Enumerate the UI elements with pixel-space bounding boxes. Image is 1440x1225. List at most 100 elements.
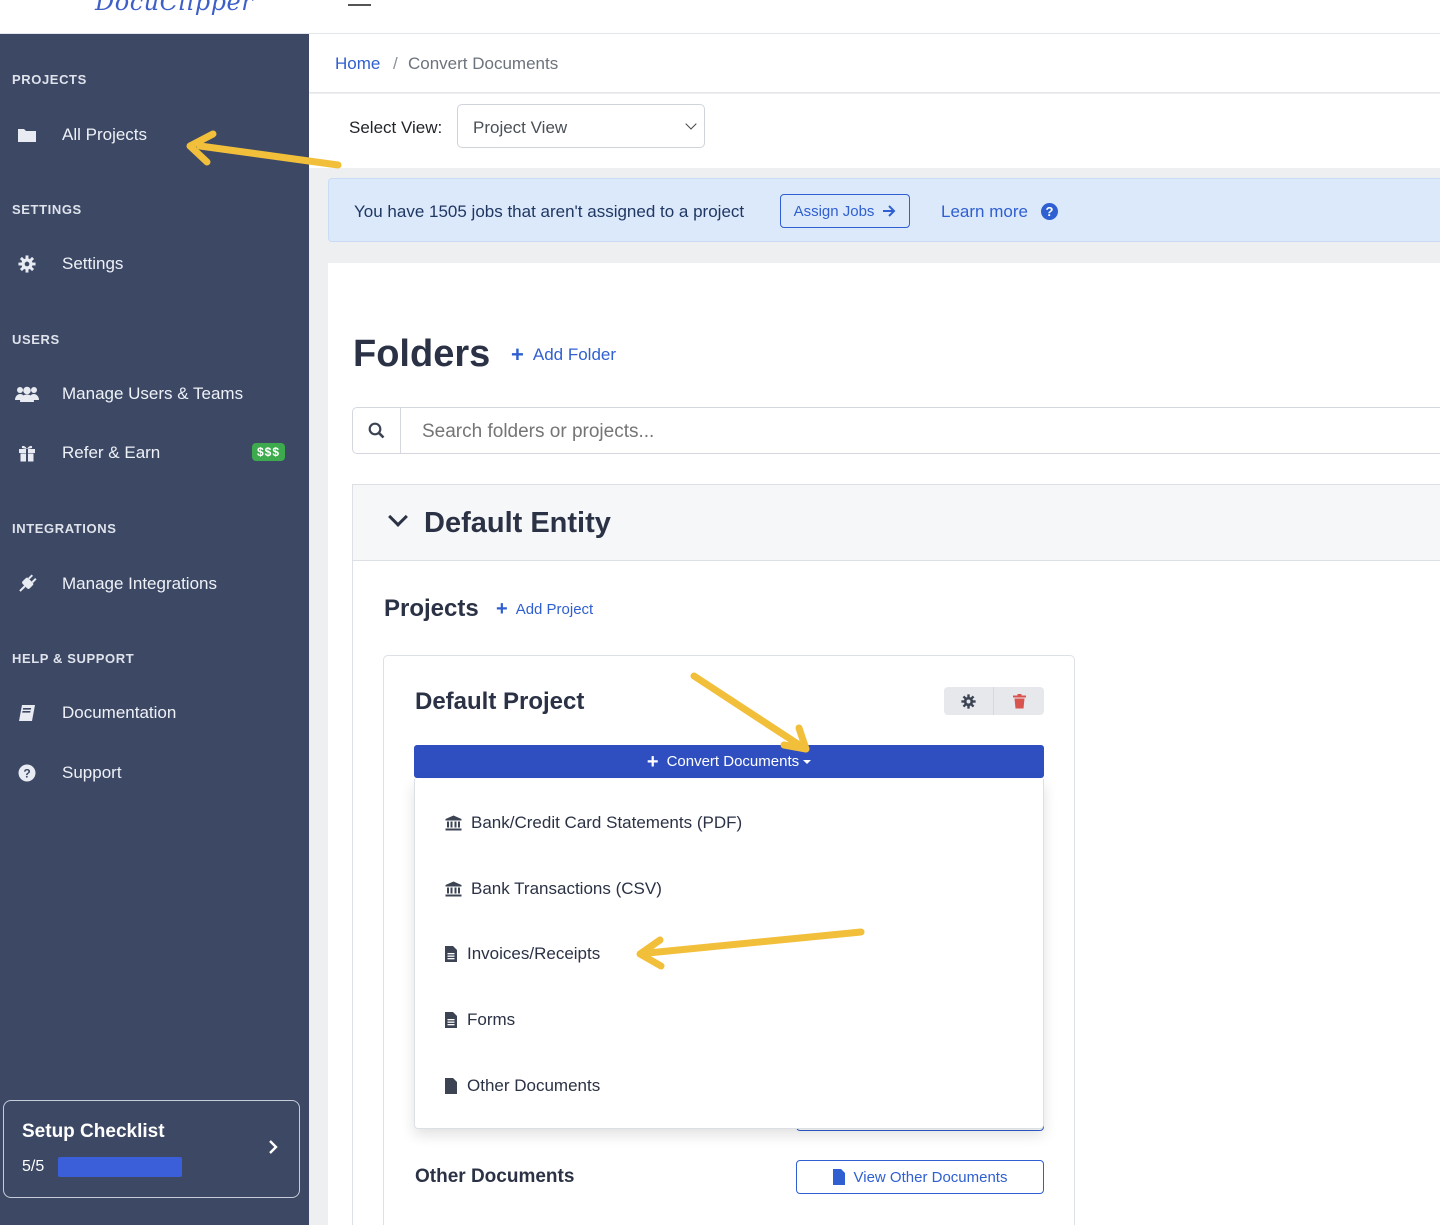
plug-icon	[14, 573, 40, 595]
convert-documents-label: Convert Documents	[666, 753, 800, 770]
menu-toggle-icon[interactable]	[348, 4, 371, 6]
sidebar-item-label: Documentation	[62, 703, 177, 722]
view-select[interactable]: Project View	[457, 104, 705, 148]
view-other-documents-label: View Other Documents	[853, 1168, 1008, 1186]
arrow-right-icon	[883, 205, 896, 217]
checklist-progress-fill	[58, 1157, 182, 1177]
sidebar-item-all-projects[interactable]: All Projects	[0, 115, 309, 155]
gear-icon	[14, 253, 40, 275]
breadcrumb: Home / Convert Documents	[309, 34, 1440, 93]
sidebar-heading-projects: PROJECTS	[12, 72, 87, 87]
view-other-documents-button[interactable]: View Other Documents	[796, 1160, 1044, 1194]
menu-item-forms[interactable]: Forms	[445, 1005, 515, 1035]
convert-documents-button[interactable]: + Convert Documents	[414, 745, 1044, 778]
file-icon	[445, 1078, 459, 1094]
menu-item-bank-statements-pdf[interactable]: Bank/Credit Card Statements (PDF)	[445, 808, 742, 838]
gear-icon	[961, 693, 976, 709]
breadcrumb-current: Convert Documents	[408, 54, 559, 73]
sidebar: PROJECTS All Projects SETTINGS Settings …	[0, 34, 309, 1225]
checklist-count: 5/5	[22, 1158, 45, 1175]
bank-icon	[445, 815, 463, 831]
assign-jobs-button[interactable]: Assign Jobs	[780, 194, 910, 228]
menu-item-label: Other Documents	[467, 1076, 601, 1095]
caret-down-icon	[803, 759, 812, 764]
sidebar-item-label: Manage Users & Teams	[62, 384, 244, 403]
menu-item-label: Invoices/Receipts	[467, 944, 601, 963]
file-text-icon	[445, 946, 459, 962]
sidebar-item-label: All Projects	[62, 125, 148, 144]
question-circle-icon[interactable]: ?	[1041, 203, 1058, 220]
sidebar-item-label: Support	[62, 763, 122, 782]
entity-header[interactable]: Default Entity	[353, 485, 1440, 561]
assign-jobs-label: Assign Jobs	[793, 202, 875, 220]
main-content: Home / Convert Documents Select View: Pr…	[309, 34, 1440, 1225]
convert-documents-menu: Bank/Credit Card Statements (PDF) Bank T…	[414, 779, 1044, 1129]
plus-icon: +	[496, 598, 508, 620]
projects-title: Projects	[384, 595, 479, 622]
sidebar-item-label: Manage Integrations	[62, 574, 217, 593]
svg-text:?: ?	[23, 767, 30, 781]
project-actions	[944, 687, 1045, 715]
sidebar-item-refer-earn[interactable]: Refer & Earn $$$	[0, 433, 309, 473]
add-project-button[interactable]: + Add Project	[496, 599, 593, 619]
menu-item-label: Bank/Credit Card Statements (PDF)	[471, 813, 743, 832]
sidebar-heading-help: HELP & SUPPORT	[12, 651, 135, 666]
setup-checklist[interactable]: Setup Checklist 5/5	[3, 1100, 300, 1198]
folder-icon	[14, 124, 40, 146]
sidebar-item-documentation[interactable]: Documentation	[0, 693, 309, 733]
sidebar-item-settings[interactable]: Settings	[0, 244, 309, 284]
book-icon	[14, 702, 40, 724]
folders-title: Folders	[353, 333, 491, 375]
menu-item-label: Forms	[467, 1010, 516, 1029]
file-icon	[832, 1169, 845, 1185]
top-bar: DocuClipper	[0, 0, 1440, 34]
add-folder-button[interactable]: + Add Folder	[511, 344, 616, 366]
project-title: Default Project	[415, 688, 585, 715]
sidebar-item-manage-integrations[interactable]: Manage Integrations	[0, 564, 309, 604]
sidebar-heading-integrations: INTEGRATIONS	[12, 521, 117, 536]
folders-panel: Folders + Add Folder Default Entity Proj…	[328, 263, 1440, 1225]
unassigned-jobs-alert: You have 1505 jobs that aren't assigned …	[328, 178, 1440, 242]
sidebar-item-manage-users[interactable]: Manage Users & Teams	[0, 374, 309, 414]
view-selector-bar: Select View: Project View	[309, 94, 1440, 168]
chevron-right-icon[interactable]	[268, 1138, 278, 1161]
learn-more-link[interactable]: Learn more	[941, 202, 1028, 222]
trash-icon	[1012, 693, 1026, 708]
entity-title: Default Entity	[424, 507, 611, 539]
users-icon	[14, 383, 40, 405]
sidebar-item-label: Refer & Earn	[62, 443, 161, 462]
plus-icon: +	[511, 342, 524, 367]
breadcrumb-separator: /	[393, 54, 398, 73]
view-select-value: Project View	[473, 118, 568, 137]
project-delete-button[interactable]	[994, 687, 1044, 715]
entity-section: Default Entity Projects + Add Project De…	[352, 484, 1440, 1225]
add-folder-label: Add Folder	[532, 345, 617, 364]
sidebar-item-support[interactable]: ? Support	[0, 753, 309, 793]
app-logo[interactable]: DocuClipper	[95, 0, 253, 16]
search-input[interactable]	[422, 421, 1222, 443]
menu-item-invoices-receipts[interactable]: Invoices/Receipts	[445, 939, 600, 969]
add-project-label: Add Project	[515, 600, 594, 618]
checklist-progress-bar	[58, 1157, 182, 1177]
sidebar-item-label: Settings	[62, 254, 124, 273]
chevron-down-icon	[685, 118, 697, 130]
menu-item-bank-transactions-csv[interactable]: Bank Transactions (CSV)	[445, 874, 662, 904]
plus-icon: +	[646, 750, 659, 773]
breadcrumb-home-link[interactable]: Home	[335, 54, 380, 74]
other-documents-label: Other Documents	[415, 1166, 575, 1187]
folder-search	[352, 407, 1440, 454]
question-circle-icon: ?	[14, 762, 40, 784]
sidebar-heading-settings: SETTINGS	[12, 202, 82, 217]
search-icon[interactable]	[353, 408, 401, 453]
gift-icon	[14, 442, 40, 464]
file-text-icon	[445, 1012, 459, 1028]
sidebar-heading-users: USERS	[12, 332, 60, 347]
menu-item-other-documents[interactable]: Other Documents	[445, 1071, 600, 1101]
project-settings-button[interactable]	[944, 687, 994, 715]
select-view-label: Select View:	[349, 118, 443, 137]
refer-badge: $$$	[252, 443, 286, 461]
chevron-down-icon[interactable]	[388, 507, 408, 527]
menu-item-label: Bank Transactions (CSV)	[471, 879, 662, 898]
alert-text: You have 1505 jobs that aren't assigned …	[354, 202, 745, 221]
project-card: Default Project + Convert Documents Bank…	[383, 655, 1075, 1225]
